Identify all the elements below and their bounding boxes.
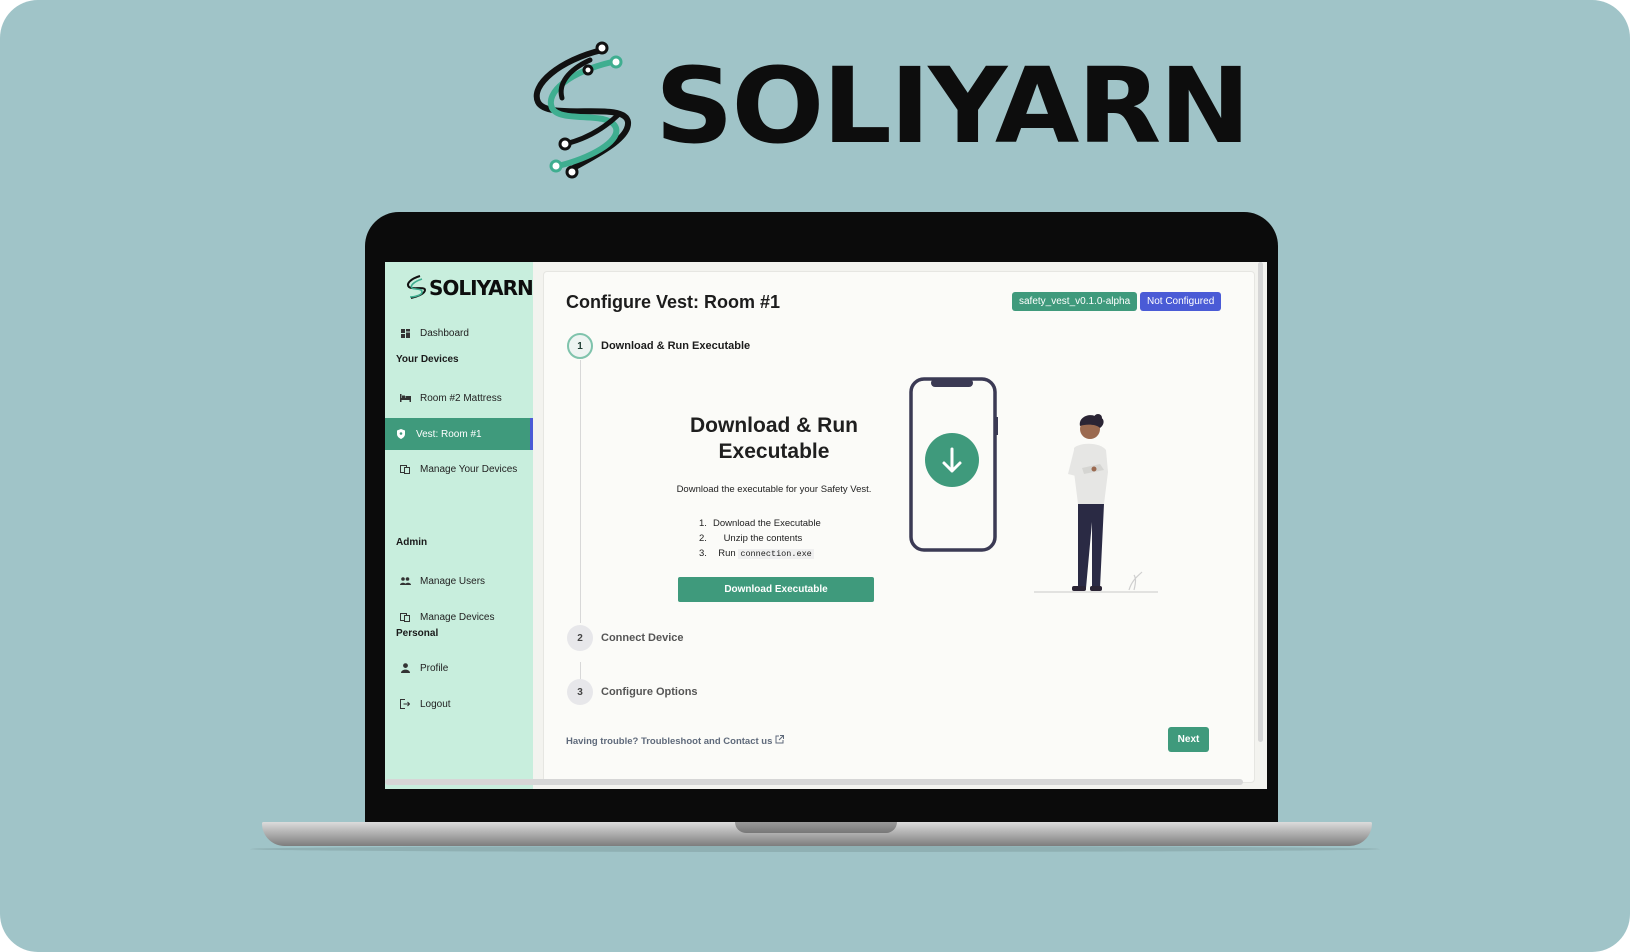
laptop-notch bbox=[735, 822, 897, 833]
sidebar-item-label: Manage Devices bbox=[420, 611, 495, 623]
sidebar-item-room-2-mattress[interactable]: Room #2 Mattress bbox=[385, 383, 533, 413]
section-admin: Admin bbox=[396, 537, 428, 548]
yarn-spiral-icon bbox=[533, 41, 631, 179]
brand-wordmark: SOLIYARN bbox=[655, 45, 1251, 167]
configure-panel: Configure Vest: Room #1 safety_vest_v0.1… bbox=[543, 271, 1255, 783]
logout-icon bbox=[399, 698, 411, 710]
laptop-shadow bbox=[250, 846, 1380, 852]
person-illustration bbox=[1034, 414, 1158, 593]
sidebar-item-manage-your-devices[interactable]: Manage Your Devices bbox=[385, 454, 533, 484]
sidebar-item-label: Dashboard bbox=[420, 327, 469, 339]
page-title: Configure Vest: Room #1 bbox=[566, 292, 781, 312]
step-1-label[interactable]: Download & Run Executable bbox=[601, 340, 750, 352]
sidebar-item-profile[interactable]: Profile bbox=[385, 653, 533, 683]
next-button[interactable]: Next bbox=[1168, 727, 1209, 752]
sidebar-item-logout[interactable]: Logout bbox=[385, 689, 533, 719]
bed-icon bbox=[399, 392, 411, 404]
status-badge: Not Configured bbox=[1140, 292, 1222, 311]
stepper-line bbox=[580, 360, 581, 623]
yarn-spiral-icon bbox=[407, 275, 427, 299]
vertical-scrollbar[interactable] bbox=[1258, 262, 1263, 742]
list-item: 2. Unzip the contents bbox=[699, 533, 803, 544]
section-your-devices: Your Devices bbox=[396, 354, 459, 365]
code-snippet: connection.exe bbox=[738, 549, 814, 559]
marketing-card: SOLIYARN SOLIYARN Dashboard Your Devices bbox=[0, 0, 1630, 952]
instructions-list: 1. Download the Executable 2. Unzip the c… bbox=[699, 516, 821, 562]
step-1-circle[interactable]: 1 bbox=[567, 333, 593, 359]
external-link-icon bbox=[775, 735, 785, 744]
sidebar-item-label: Manage Your Devices bbox=[420, 463, 518, 475]
sidebar-item-label: Room #2 Mattress bbox=[420, 392, 502, 404]
shield-icon bbox=[395, 428, 407, 440]
list-item: 1. Download the Executable bbox=[699, 518, 821, 529]
sidebar: SOLIYARN Dashboard Your Devices Room #2 … bbox=[385, 262, 534, 789]
download-executable-button[interactable]: Download Executable bbox=[678, 577, 874, 602]
troubleshoot-link[interactable]: Having trouble? Troubleshoot and Contact… bbox=[566, 735, 785, 747]
dashboard-icon bbox=[399, 327, 411, 339]
user-icon bbox=[399, 662, 411, 674]
horizontal-scrollbar[interactable] bbox=[385, 779, 1243, 785]
section-personal: Personal bbox=[396, 628, 439, 639]
download-description: Download the executable for your Safety … bbox=[676, 484, 872, 495]
step-3-circle[interactable]: 3 bbox=[567, 679, 593, 705]
sidebar-item-label: Logout bbox=[420, 698, 451, 710]
sidebar-item-dashboard[interactable]: Dashboard bbox=[385, 318, 533, 348]
users-icon bbox=[399, 575, 411, 587]
sidebar-item-vest-room-1[interactable]: Vest: Room #1 bbox=[385, 418, 533, 450]
download-heading: Download & Run Executable bbox=[690, 414, 858, 463]
sidebar-wordmark: SOLIYARN bbox=[429, 276, 534, 300]
hero-logo: SOLIYARN bbox=[530, 40, 1251, 185]
sidebar-item-label: Vest: Room #1 bbox=[416, 428, 482, 440]
step-2-label[interactable]: Connect Device bbox=[601, 632, 684, 644]
step-2-circle[interactable]: 2 bbox=[567, 625, 593, 651]
version-badge: safety_vest_v0.1.0-alpha bbox=[1012, 292, 1138, 311]
app-screen: SOLIYARN Dashboard Your Devices Room #2 … bbox=[385, 262, 1267, 789]
devices-icon bbox=[399, 463, 411, 475]
sidebar-item-label: Manage Users bbox=[420, 575, 486, 587]
devices-icon bbox=[399, 611, 411, 623]
list-item: 3. Run connection.exe bbox=[699, 548, 814, 559]
sidebar-item-manage-users[interactable]: Manage Users bbox=[385, 566, 533, 596]
step-3-label[interactable]: Configure Options bbox=[601, 686, 698, 698]
sidebar-item-label: Profile bbox=[420, 662, 449, 674]
phone-download-illustration bbox=[909, 377, 998, 552]
